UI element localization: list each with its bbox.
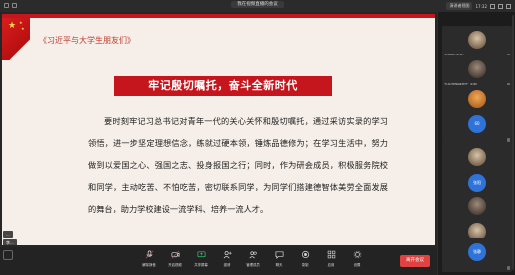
star-icon: ★ bbox=[19, 20, 23, 25]
toolbar-label: 解除静音 bbox=[142, 263, 156, 267]
participants-icon bbox=[248, 251, 257, 259]
gear-icon bbox=[353, 250, 361, 259]
share-screen-icon bbox=[197, 251, 205, 258]
presentation-slide: ★ ★ ★ 《习近平与大学生朋友们》 牢记殷切嘱托，奋斗全新时代 要时刻牢记习总… bbox=[2, 14, 435, 245]
toolbar-label: 设置 bbox=[353, 263, 361, 267]
title-bar: 我在视频直播的会议 演讲者视图 17:32 bbox=[0, 0, 515, 12]
toolbar-label: 录制 bbox=[301, 263, 309, 267]
leave-meeting-button[interactable]: 离开会议 bbox=[400, 255, 430, 267]
slide-top-stripe bbox=[2, 14, 435, 18]
slide-banner: 牢记殷切嘱托，奋斗全新时代 bbox=[114, 76, 332, 96]
meeting-window: 我在视频直播的会议 演讲者视图 17:32 ★ ★ ★ 《习近平与大学生朋友们》… bbox=[0, 0, 515, 275]
manage-participants-button[interactable]: 管理成员 bbox=[241, 250, 265, 267]
record-icon bbox=[301, 250, 309, 259]
participant-tile[interactable]: 文化学院研究生 王明 bbox=[442, 55, 512, 89]
participant-tile[interactable]: 60 bbox=[442, 110, 512, 144]
slide-body-text: 要时刻牢记习总书记对青年一代的关心关怀和殷切嘱托，通过采访实录的学习领悟，进一步… bbox=[88, 116, 388, 214]
maximize-icon[interactable] bbox=[498, 3, 503, 9]
window-title: 我在视频直播的会议 bbox=[231, 1, 284, 8]
toolbar-label: 邀请 bbox=[223, 263, 231, 267]
close-icon[interactable] bbox=[506, 3, 511, 9]
avatar bbox=[468, 148, 486, 166]
apps-button[interactable]: 应用 bbox=[319, 250, 343, 267]
avatar: 60 bbox=[468, 115, 486, 133]
star-icon: ★ bbox=[21, 26, 25, 31]
shared-screen: ★ ★ ★ 《习近平与大学生朋友们》 牢记殷切嘱托，奋斗全新时代 要时刻牢记习总… bbox=[0, 12, 437, 247]
avatar: 张阳 bbox=[468, 174, 486, 192]
avatar: 张静 bbox=[468, 243, 486, 261]
avatar bbox=[468, 90, 486, 108]
participant-tile[interactable]: 张静 bbox=[442, 238, 512, 272]
speaker-name-tag: ... bbox=[3, 231, 13, 238]
avatar bbox=[468, 31, 486, 49]
settings-button[interactable]: 设置 bbox=[345, 250, 369, 267]
record-button[interactable]: 录制 bbox=[293, 250, 317, 267]
toolbar-label: 共享屏幕 bbox=[194, 263, 208, 267]
minimize-icon[interactable] bbox=[490, 3, 495, 9]
slide-heading: 《习近平与大学生朋友们》 bbox=[39, 36, 135, 45]
view-switch-button[interactable]: 演讲者视图 bbox=[446, 2, 473, 10]
avatar bbox=[468, 197, 486, 215]
microphone-icon bbox=[145, 250, 153, 259]
chat-icon bbox=[275, 251, 283, 259]
avatar bbox=[468, 60, 486, 78]
add-user-icon bbox=[223, 251, 232, 259]
speaker-name-tag: 李... bbox=[3, 239, 17, 246]
mic-icon bbox=[507, 266, 510, 270]
invite-button[interactable]: 邀请 bbox=[215, 250, 239, 267]
toolbar-label: 管理成员 bbox=[246, 263, 260, 267]
star-icon: ★ bbox=[8, 21, 17, 31]
panel-scrollbar[interactable] bbox=[512, 15, 514, 270]
unmute-button[interactable]: 解除静音 bbox=[137, 250, 161, 267]
mic-icon bbox=[507, 138, 510, 142]
toolbar-label: 聊天 bbox=[275, 263, 283, 267]
clock: 17:32 bbox=[475, 3, 487, 9]
toolbar-label: 应用 bbox=[327, 263, 335, 267]
toolbar-label: 开启视频 bbox=[168, 263, 182, 267]
layout-icon[interactable] bbox=[3, 250, 13, 260]
start-video-button[interactable]: 开启视频 bbox=[163, 250, 187, 267]
flag-decoration: ★ ★ ★ bbox=[2, 18, 30, 60]
chat-button[interactable]: 聊天 bbox=[267, 250, 291, 267]
camera-icon bbox=[171, 250, 179, 259]
apps-icon bbox=[327, 250, 335, 259]
share-screen-button[interactable]: 共享屏幕 bbox=[189, 250, 213, 267]
meeting-toolbar: 解除静音 开启视频 共享屏幕 邀请 管理成员 聊天 录制 应用 设置 离开会议 bbox=[0, 247, 437, 275]
participants-panel: 王明明(主持) 文化学院研究生 王明 王二-外国语学院研究生 60 杨阳阳-20… bbox=[437, 12, 515, 275]
